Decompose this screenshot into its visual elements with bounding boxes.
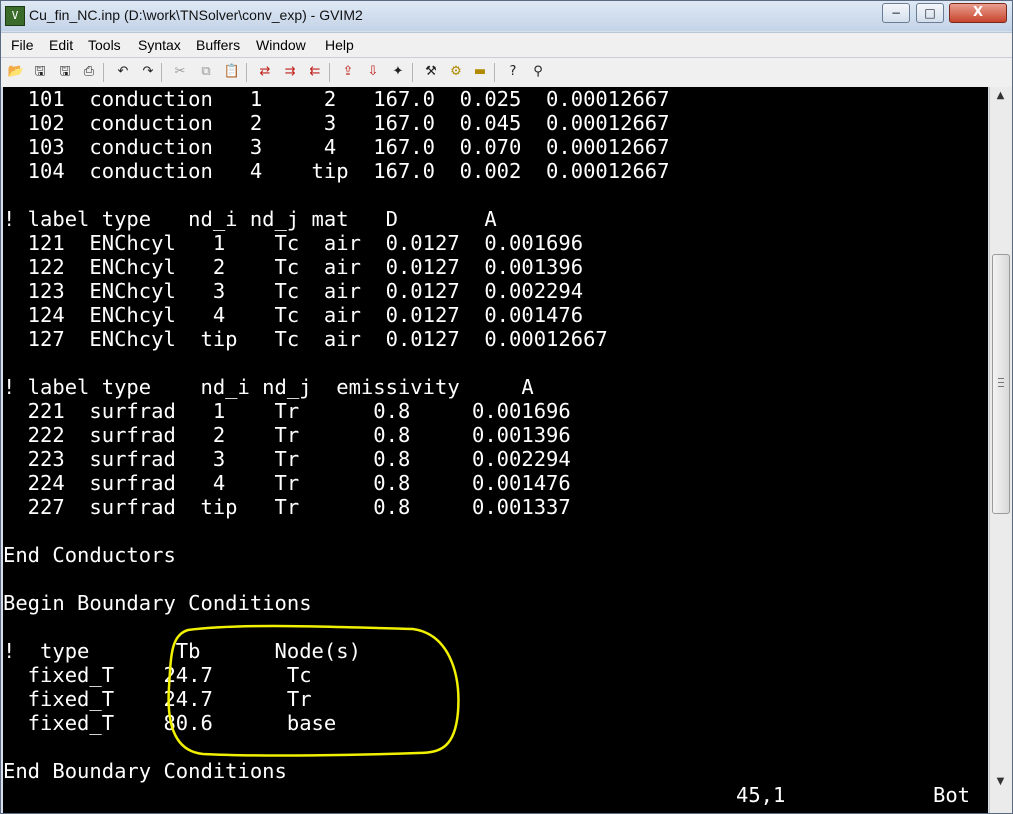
find-prev-icon[interactable]: ⇇ <box>306 63 324 81</box>
editor-text[interactable]: 101 conduction 1 2 167.0 0.025 0.0001266… <box>3 87 669 783</box>
copy-icon[interactable]: ⧉ <box>197 63 215 81</box>
scroll-indicator: Bot <box>933 783 971 807</box>
help-icon[interactable]: ? <box>504 63 522 81</box>
maximize-button[interactable]: □ <box>916 3 944 23</box>
grip-line <box>998 378 1004 379</box>
menu-edit[interactable]: Edit <box>49 37 73 53</box>
menu-window[interactable]: Window <box>256 37 306 53</box>
editor-line[interactable]: End Boundary Conditions <box>3 759 669 783</box>
editor-line[interactable] <box>3 351 669 375</box>
editor-line[interactable]: 222 surfrad 2 Tr 0.8 0.001396 <box>3 423 669 447</box>
vertical-scrollbar[interactable]: ▲ ▼ <box>989 87 1012 813</box>
editor-line[interactable] <box>3 735 669 759</box>
title-bar[interactable]: V Cu_fin_NC.inp (D:\work\TNSolver\conv_e… <box>1 1 1012 31</box>
close-button[interactable]: X <box>949 3 1007 23</box>
editor-line[interactable] <box>3 567 669 591</box>
editor-line[interactable]: 121 ENChcyl 1 Tc air 0.0127 0.001696 <box>3 231 669 255</box>
grip-line <box>998 386 1004 387</box>
scrollbar-thumb[interactable] <box>992 254 1010 514</box>
editor-line[interactable]: 123 ENChcyl 3 Tc air 0.0127 0.002294 <box>3 279 669 303</box>
menu-buffers[interactable]: Buffers <box>196 37 240 53</box>
window-title: Cu_fin_NC.inp (D:\work\TNSolver\conv_exp… <box>29 7 363 23</box>
load-session-icon[interactable]: ⇪ <box>339 63 357 81</box>
scroll-down-arrow-icon[interactable]: ▼ <box>990 773 1011 791</box>
editor-line[interactable]: fixed_T 80.6 base <box>3 711 669 735</box>
editor-line[interactable]: 223 surfrad 3 Tr 0.8 0.002294 <box>3 447 669 471</box>
editor-line[interactable]: fixed_T 24.7 Tc <box>3 663 669 687</box>
run-script-icon[interactable]: ✦ <box>389 63 407 81</box>
cursor-position: 45,1 <box>736 783 786 807</box>
editor-line[interactable]: 127 ENChcyl tip Tc air 0.0127 0.00012667 <box>3 327 669 351</box>
editor-line[interactable] <box>3 615 669 639</box>
grip-line <box>998 382 1004 383</box>
menu-syntax[interactable]: Syntax <box>138 37 181 53</box>
minimize-button[interactable]: − <box>882 3 910 23</box>
undo-icon[interactable]: ↶ <box>114 63 132 81</box>
paste-icon[interactable]: 📋 <box>223 63 241 81</box>
redo-icon[interactable]: ↷ <box>139 63 157 81</box>
menu-bar: File Edit Tools Syntax Buffers Window He… <box>1 32 1012 57</box>
make-icon[interactable]: ⚒ <box>422 63 440 81</box>
editor-line[interactable]: 104 conduction 4 tip 167.0 0.002 0.00012… <box>3 159 670 183</box>
find-next-icon[interactable]: ⇉ <box>281 63 299 81</box>
save-session-icon[interactable]: ⇩ <box>364 63 382 81</box>
toolbar-separator <box>412 63 413 82</box>
editor-line[interactable]: 124 ENChcyl 4 Tc air 0.0127 0.001476 <box>3 303 669 327</box>
ctags-icon[interactable]: ▬ <box>471 63 489 81</box>
editor-line[interactable]: ! label type nd_i nd_j mat D A <box>3 207 669 231</box>
toolbar-separator <box>246 63 247 82</box>
editor-line[interactable] <box>3 519 669 543</box>
editor-line[interactable]: 103 conduction 3 4 167.0 0.070 0.0001266… <box>3 135 670 159</box>
open-icon[interactable]: 📂 <box>7 63 25 81</box>
replace-icon[interactable]: ⇄ <box>256 63 274 81</box>
gvim-window: V Cu_fin_NC.inp (D:\work\TNSolver\conv_e… <box>0 0 1013 814</box>
toolbar-separator <box>494 63 495 82</box>
editor-line[interactable]: 227 surfrad tip Tr 0.8 0.001337 <box>3 495 669 519</box>
find-help-icon[interactable]: ⚲ <box>529 63 547 81</box>
gvim-app-icon[interactable]: V <box>5 6 25 26</box>
menu-file[interactable]: File <box>11 37 34 53</box>
editor-line[interactable]: End Conductors <box>3 543 669 567</box>
print-icon[interactable]: ⎙ <box>80 63 98 81</box>
editor-line[interactable]: 221 surfrad 1 Tr 0.8 0.001696 <box>3 399 669 423</box>
toolbar-separator <box>103 63 104 82</box>
editor-line[interactable]: ! type Tb Node(s) <box>3 639 669 663</box>
toolbar-separator <box>329 63 330 82</box>
save-all-icon[interactable]: 🖫 <box>56 63 74 81</box>
editor-line[interactable]: ! label type nd_i nd_j emissivity A <box>3 375 669 399</box>
editor-line[interactable]: 102 conduction 2 3 167.0 0.045 0.0001266… <box>3 111 670 135</box>
save-icon[interactable]: 🖫 <box>31 63 49 81</box>
toolbar-separator <box>161 63 162 82</box>
menu-tools[interactable]: Tools <box>88 37 121 53</box>
editor-line[interactable]: 101 conduction 1 2 167.0 0.025 0.0001266… <box>3 87 670 111</box>
editor-line[interactable]: Begin Boundary Conditions <box>3 591 669 615</box>
editor-area[interactable]: 101 conduction 1 2 167.0 0.025 0.0001266… <box>3 87 988 813</box>
menu-help[interactable]: Help <box>325 37 354 53</box>
editor-line[interactable]: fixed_T 24.7 Tr <box>3 687 669 711</box>
cut-icon[interactable]: ✂ <box>171 63 189 81</box>
toolbar: 📂 🖫 🖫 ⎙ ↶ ↷ ✂ ⧉ 📋 ⇄ ⇉ ⇇ ⇪ ⇩ ✦ ⚒ ⚙ ▬? ⚲ <box>1 57 1012 87</box>
scroll-up-arrow-icon[interactable]: ▲ <box>990 87 1011 105</box>
editor-line[interactable] <box>3 183 669 207</box>
editor-line[interactable]: 224 surfrad 4 Tr 0.8 0.001476 <box>3 471 669 495</box>
shell-icon[interactable]: ⚙ <box>447 63 465 81</box>
editor-line[interactable]: 122 ENChcyl 2 Tc air 0.0127 0.001396 <box>3 255 669 279</box>
